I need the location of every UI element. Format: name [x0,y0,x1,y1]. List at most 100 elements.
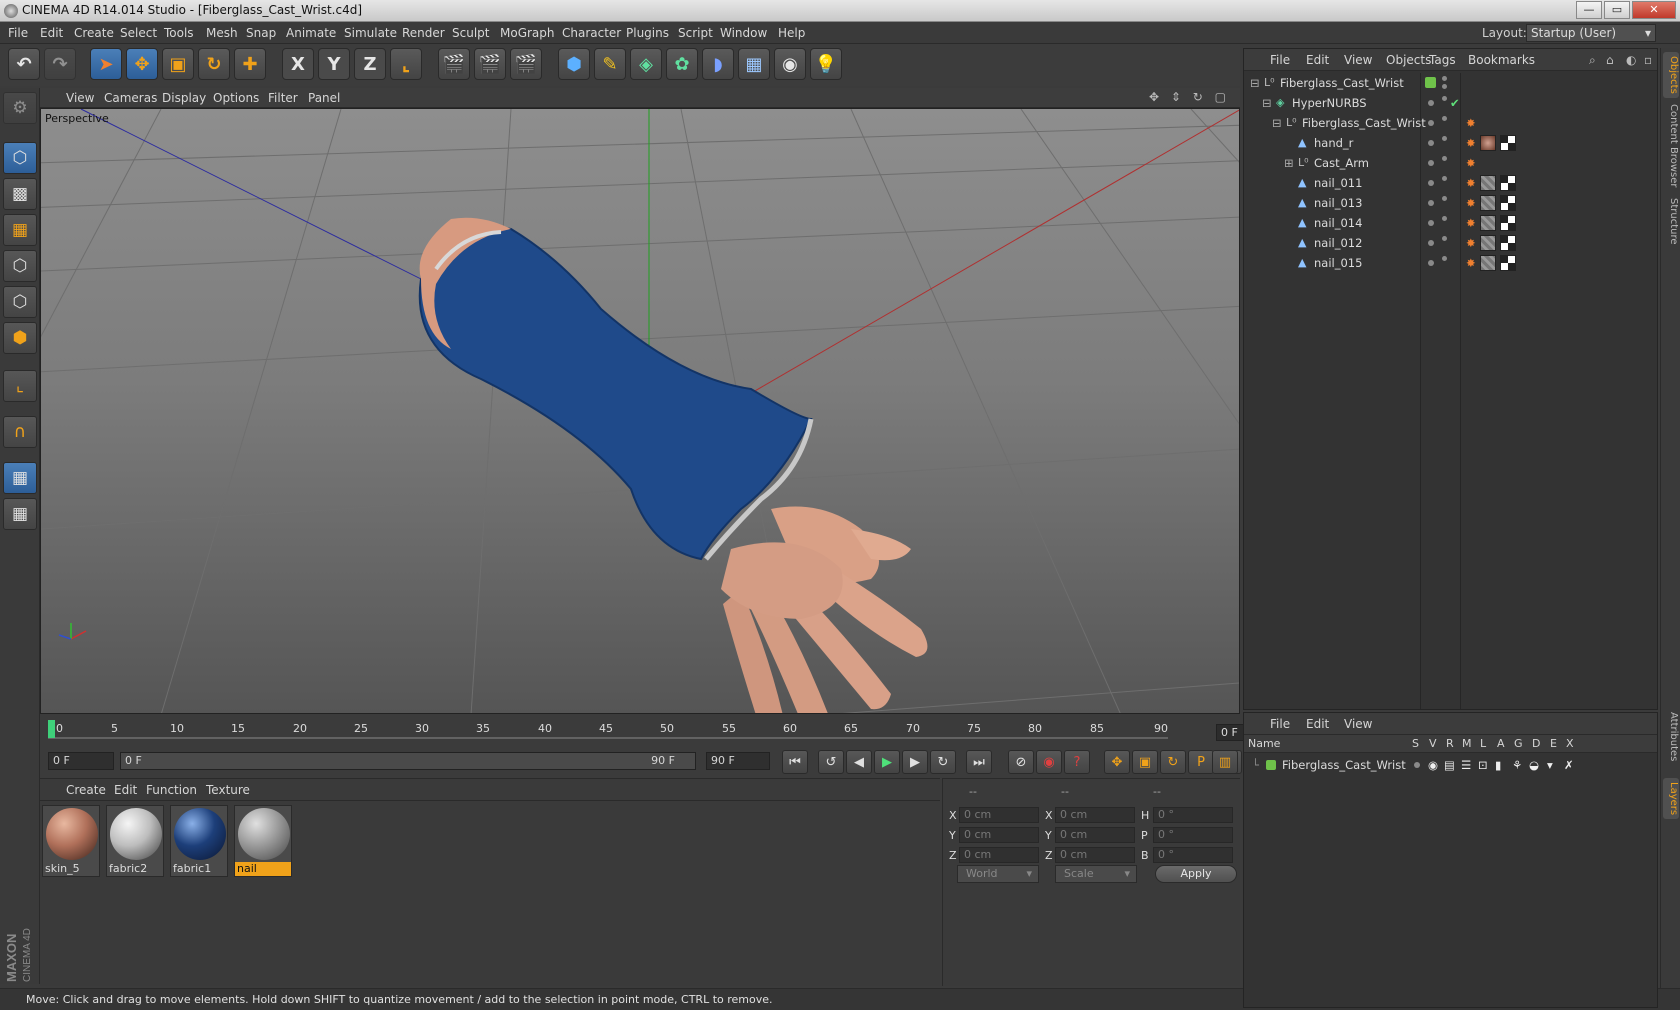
xref-icon[interactable]: ✗ [1564,758,1574,772]
render-visibility-dot[interactable] [1442,256,1447,261]
rotation-b-field[interactable]: 0 ° [1153,847,1233,863]
search-icon[interactable]: ⌕ [1589,53,1596,68]
solo-toggle[interactable] [1414,762,1420,768]
key-scale-button[interactable]: ▣ [1132,750,1158,774]
editor-visibility-dot[interactable] [1428,120,1434,126]
tab-layers[interactable]: Layers [1663,778,1679,820]
rotation-h-field[interactable]: 0 ° [1153,807,1233,823]
enabled-check-icon[interactable]: ✔ [1450,96,1460,110]
object-menu-edit[interactable]: Edit [1306,53,1329,67]
column-expressions[interactable]: E [1550,737,1557,750]
rotate-tool-button[interactable]: ↻ [198,48,230,80]
column-locked[interactable]: L [1480,737,1486,750]
menu-character[interactable]: Character [562,26,621,40]
start-frame-field[interactable]: 0 F [48,752,114,770]
previous-frame-button[interactable]: ◀ [846,750,872,774]
editor-visibility-dot[interactable] [1428,100,1434,106]
coordinate-mode-dropdown[interactable]: World ▾ [957,865,1039,883]
tree-row-hypernurbs[interactable]: ⊟ ◈ HyperNURBS ✔ [1244,93,1659,113]
editor-visibility-dot[interactable] [1428,200,1434,206]
uvw-tag-icon[interactable] [1500,235,1516,251]
column-xrefs[interactable]: X [1566,737,1574,750]
tree-row-nail-011[interactable]: ▲ nail_011 ✸ [1244,173,1659,193]
size-y-field[interactable]: 0 cm [1055,827,1135,843]
viewport-menu-filter[interactable]: Filter [268,91,298,105]
editor-visibility-dot[interactable] [1428,260,1434,266]
tree-row-nail-012[interactable]: ▲ nail_012 ✸ [1244,233,1659,253]
position-y-field[interactable]: 0 cm [959,827,1039,843]
tab-objects[interactable]: Objects [1663,52,1679,98]
next-key-button[interactable]: ↻ [930,750,956,774]
expand-icon[interactable]: ⊞ [1284,156,1294,170]
layer-color-swatch[interactable] [1266,760,1276,770]
size-mode-dropdown[interactable]: Scale ▾ [1055,865,1137,883]
phong-tag-icon[interactable]: ✸ [1466,216,1476,230]
object-menu-tags[interactable]: Tags [1429,53,1456,67]
points-mode-button[interactable]: ⬡ [3,250,37,282]
render-visibility-dot[interactable] [1442,176,1447,181]
snap-button[interactable]: ∩ [3,416,37,448]
locked-workplane-button[interactable]: ▦ [3,462,37,494]
lock-icon[interactable]: ⊡ [1478,758,1488,772]
material-menu-edit[interactable]: Edit [114,783,137,797]
collapse-icon[interactable]: ⊟ [1262,96,1272,110]
menu-sculpt[interactable]: Sculpt [452,26,489,40]
layer-menu-view[interactable]: View [1344,717,1372,731]
render-visibility-dot[interactable] [1442,96,1447,101]
undo-button[interactable]: ↶ [8,48,40,80]
current-frame-marker[interactable] [48,720,55,738]
viewport-menu-options[interactable]: Options [213,91,259,105]
object-menu-objects[interactable]: Objects [1386,53,1431,67]
tree-row-cast-arm[interactable]: ⊞ L⁰ Cast_Arm ✸ [1244,153,1659,173]
material-tag-nail[interactable] [1480,255,1496,271]
tab-attributes[interactable]: Attributes [1663,708,1679,765]
phong-tag-icon[interactable]: ✸ [1466,236,1476,250]
menu-file[interactable]: File [8,26,28,40]
tree-row-nail-013[interactable]: ▲ nail_013 ✸ [1244,193,1659,213]
viewport-menu-display[interactable]: Display [162,91,206,105]
column-name[interactable]: Name [1248,737,1280,750]
editor-visibility-dot[interactable] [1428,140,1434,146]
texture-mode-button[interactable]: ▩ [3,178,37,210]
add-deformer-button[interactable]: ◗ [702,48,734,80]
menu-render[interactable]: Render [402,26,445,40]
position-x-field[interactable]: 0 cm [959,807,1039,823]
animation-icon[interactable]: ▮ [1495,758,1501,772]
material-swatch-fabric1[interactable]: fabric1 [170,805,228,877]
object-menu-file[interactable]: File [1270,53,1290,67]
menu-select[interactable]: Select [120,26,157,40]
workplane-mode-button[interactable]: ▦ [3,214,37,246]
record-keys-button[interactable]: ⊘ [1008,750,1034,774]
eye-icon[interactable]: ◉ [1428,758,1438,772]
object-menu-bookmarks[interactable]: Bookmarks [1468,53,1535,67]
uvw-tag-icon[interactable] [1500,175,1516,191]
redo-button[interactable]: ↷ [44,48,76,80]
tree-row-nail-015[interactable]: ▲ nail_015 ✸ [1244,253,1659,273]
viewport-menu-panel[interactable]: Panel [308,91,340,105]
key-rotation-button[interactable]: ↻ [1160,750,1186,774]
autokeying-button[interactable]: ◉ [1036,750,1062,774]
menu-simulate[interactable]: Simulate [344,26,397,40]
viewport-menu-cameras[interactable]: Cameras [104,91,157,105]
render-settings-button[interactable]: 🎬 [510,48,542,80]
collapse-icon[interactable]: ⊟ [1250,76,1260,90]
timeline-ruler[interactable]: 0 5 10 15 20 25 30 35 40 45 50 55 60 65 … [40,716,1276,744]
phong-tag-icon[interactable]: ✸ [1466,196,1476,210]
end-frame-field[interactable]: 90 F [706,752,770,770]
material-menu-function[interactable]: Function [146,783,197,797]
maximize-button[interactable]: ▭ [1604,1,1630,19]
minimize-button[interactable]: — [1576,1,1602,19]
layer-color-swatch[interactable] [1425,77,1436,88]
perspective-viewport[interactable]: Perspective [40,108,1240,714]
editor-visibility-dot[interactable] [1428,220,1434,226]
generator-icon[interactable]: ⚘ [1512,758,1522,772]
phong-tag-icon[interactable]: ✸ [1466,176,1476,190]
render-icon[interactable]: ▤ [1444,758,1455,772]
menu-plugins[interactable]: Plugins [626,26,669,40]
render-picture-viewer-button[interactable]: 🎬 [474,48,506,80]
menu-script[interactable]: Script [678,26,713,40]
collapse-icon[interactable]: ⊟ [1272,116,1282,130]
z-axis-lock-button[interactable]: Z [354,48,386,80]
timeline-window-button[interactable]: ▥ [1212,750,1238,774]
manager-icon[interactable]: ☰ [1461,758,1471,772]
